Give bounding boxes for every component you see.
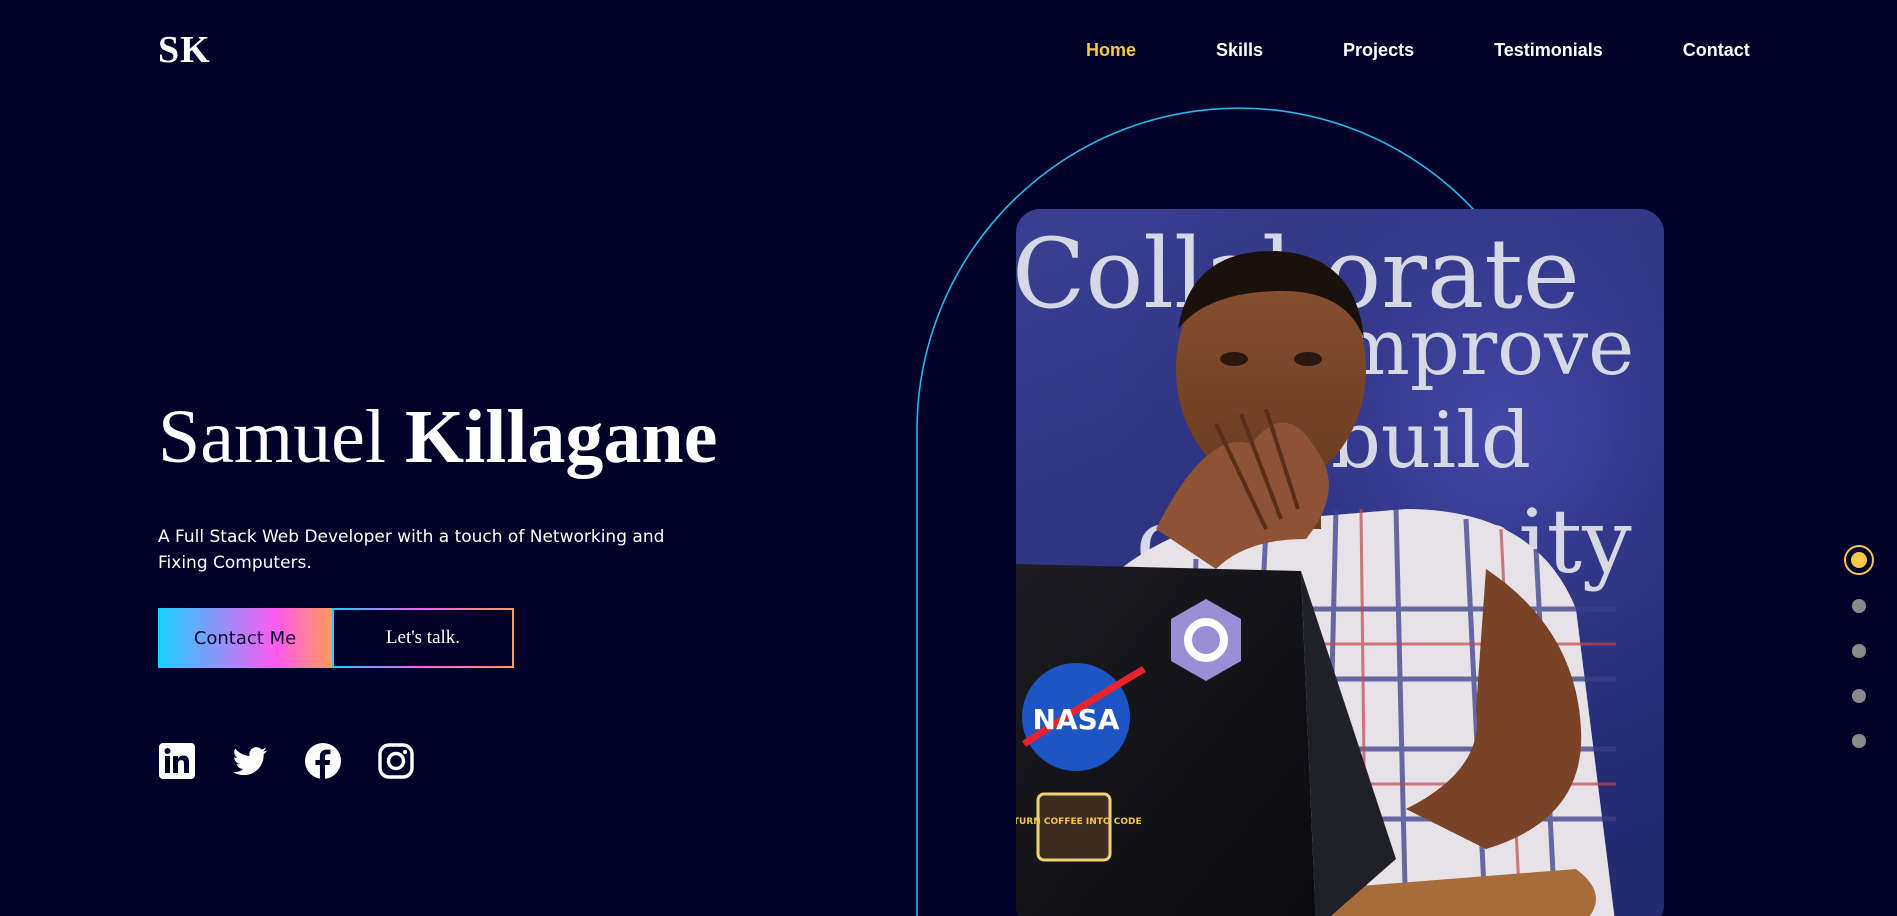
site-logo[interactable]: SK bbox=[158, 28, 211, 72]
profile-photo: Collaborate improve build community bbox=[1016, 209, 1664, 916]
contact-me-button[interactable]: Contact Me bbox=[158, 608, 332, 668]
instagram-icon[interactable] bbox=[377, 742, 415, 780]
page: SK Home Skills Projects Testimonials Con… bbox=[0, 0, 1897, 916]
section-dot-1[interactable] bbox=[1844, 545, 1874, 575]
hero-first-name: Samuel bbox=[158, 395, 386, 479]
svg-text:NASA: NASA bbox=[1033, 703, 1120, 736]
nav-projects[interactable]: Projects bbox=[1343, 40, 1414, 61]
nav-contact[interactable]: Contact bbox=[1683, 40, 1750, 61]
nav-testimonials[interactable]: Testimonials bbox=[1494, 40, 1603, 61]
social-links bbox=[158, 742, 450, 780]
lets-talk-button[interactable]: Let's talk. bbox=[332, 608, 514, 668]
nav-home[interactable]: Home bbox=[1086, 40, 1136, 61]
section-dot-5[interactable] bbox=[1852, 734, 1866, 748]
linkedin-icon[interactable] bbox=[158, 742, 196, 780]
facebook-icon[interactable] bbox=[304, 742, 342, 780]
twitter-icon[interactable] bbox=[231, 742, 269, 780]
section-indicator bbox=[1843, 545, 1875, 779]
section-dot-3[interactable] bbox=[1852, 644, 1866, 658]
section-dot-2[interactable] bbox=[1852, 599, 1866, 613]
hero-name: Samuel Killagane bbox=[158, 392, 717, 482]
svg-text:I TURN COFFEE INTO CODE: I TURN COFFEE INTO CODE bbox=[1016, 817, 1142, 827]
wall-text-build: build bbox=[1331, 396, 1531, 486]
section-dot-4[interactable] bbox=[1852, 689, 1866, 703]
hero-description: A Full Stack Web Developer with a touch … bbox=[158, 527, 665, 573]
nav-skills[interactable]: Skills bbox=[1216, 40, 1263, 61]
hero-last-name: Killagane bbox=[404, 395, 718, 479]
main-nav: Home Skills Projects Testimonials Contac… bbox=[1086, 40, 1750, 61]
